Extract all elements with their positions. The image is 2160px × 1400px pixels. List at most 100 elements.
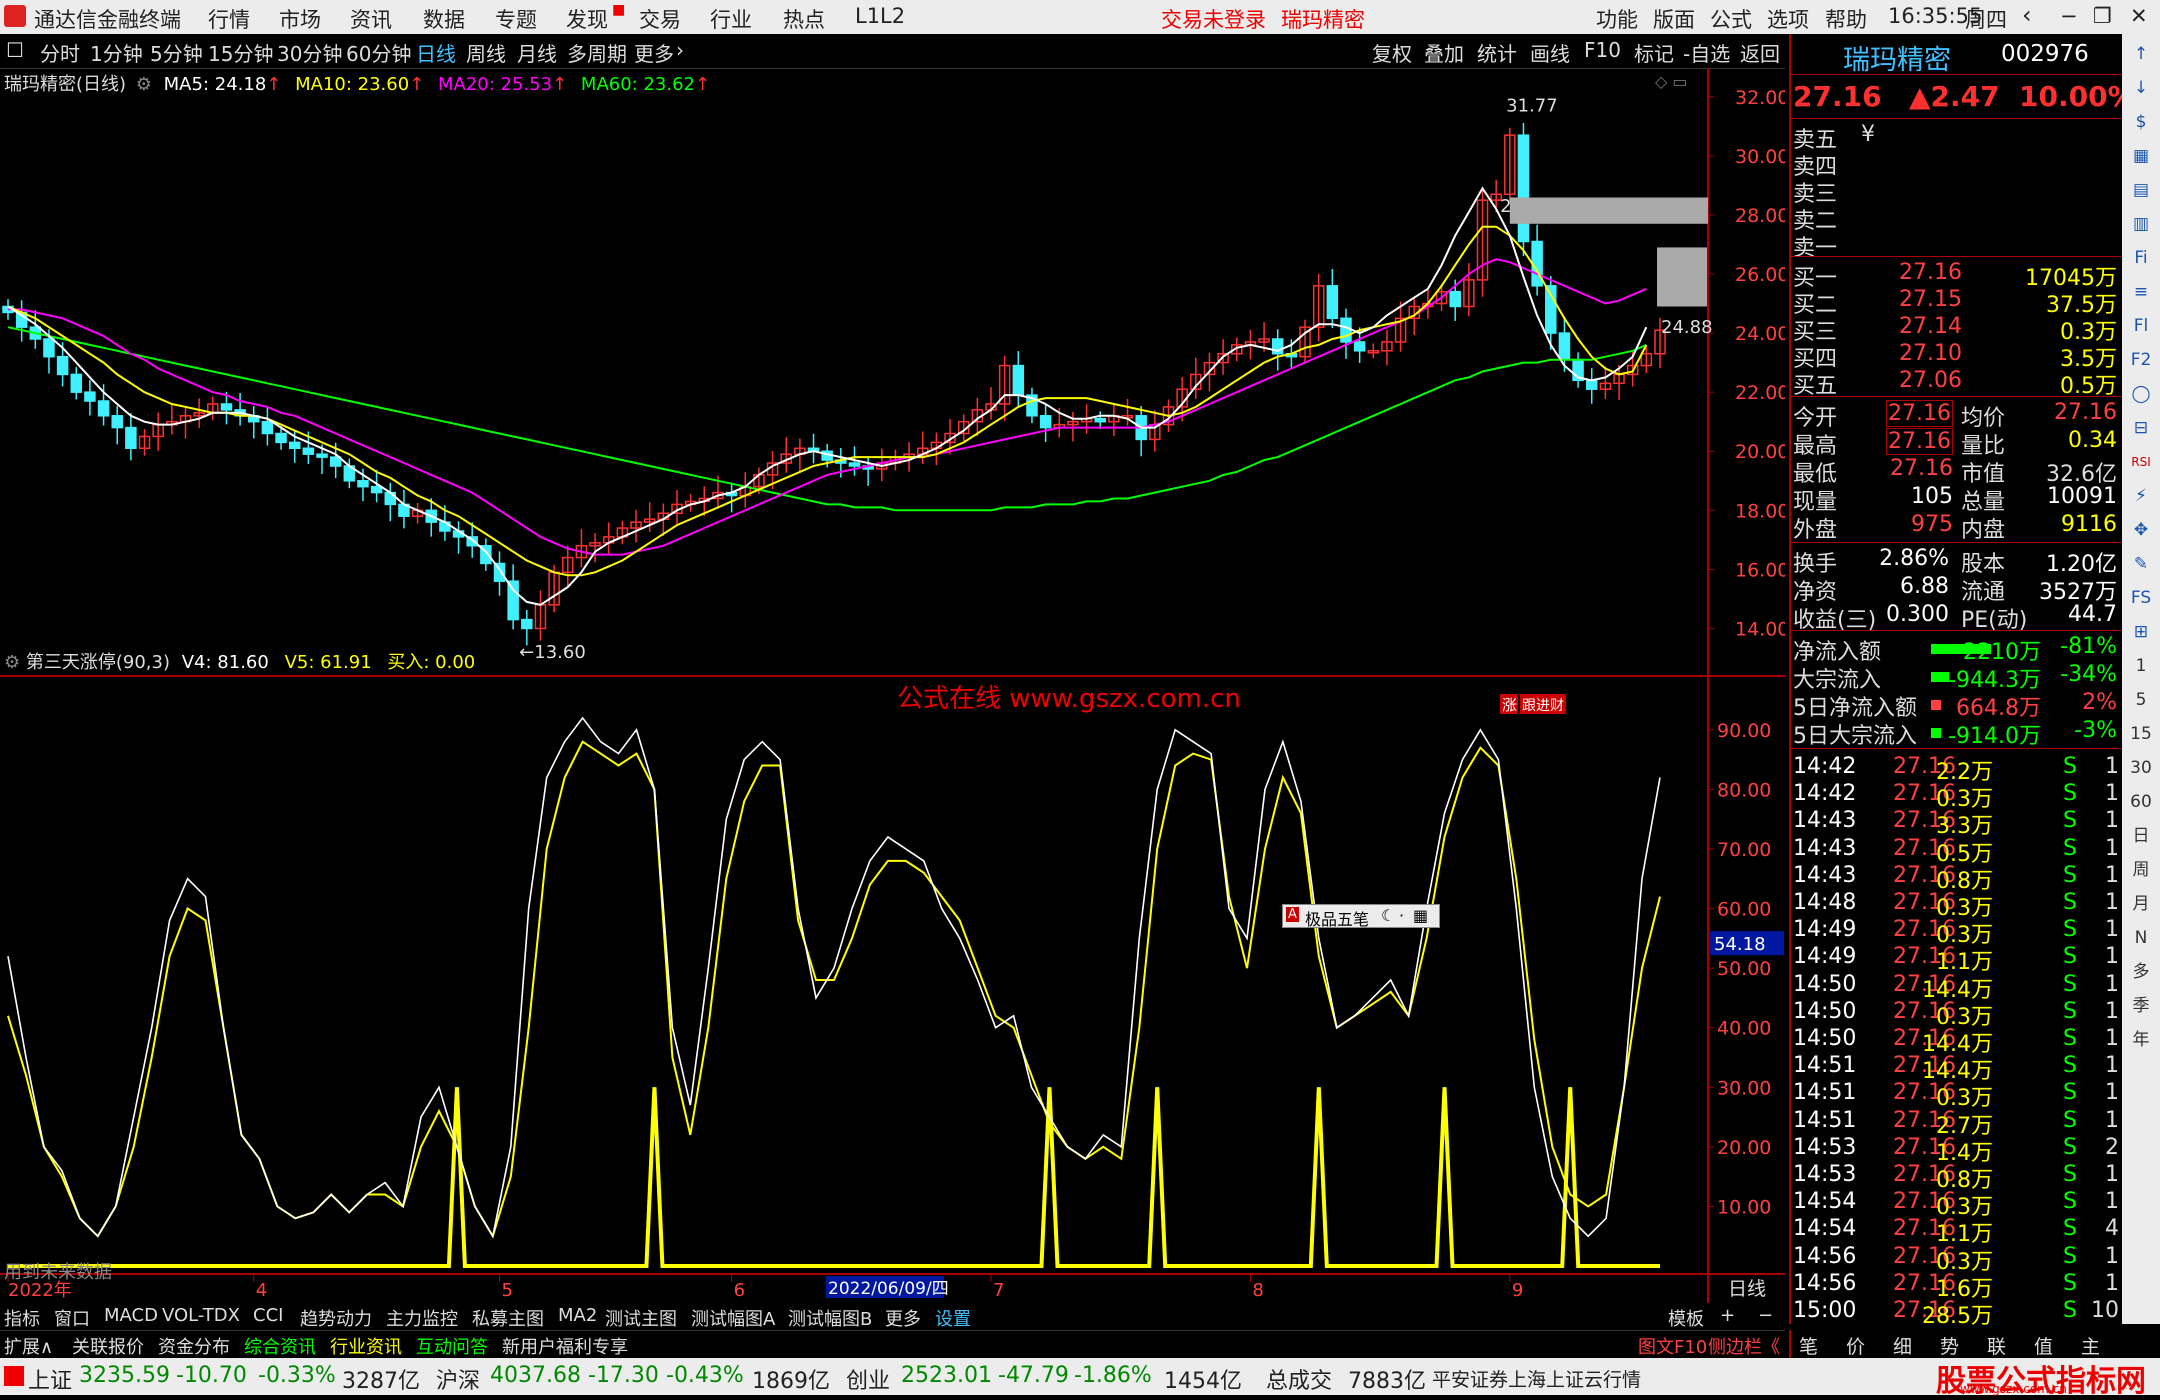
tab-4[interactable]: CCI	[253, 1305, 283, 1326]
tool-button[interactable]: -自选	[1683, 38, 1730, 67]
tab-13[interactable]: 设置	[935, 1305, 971, 1331]
tab-right[interactable]: −	[1758, 1305, 1773, 1326]
tab-right[interactable]: +	[1720, 1305, 1735, 1326]
menu-item[interactable]: 选项	[1767, 4, 1809, 34]
menu-item[interactable]: 行业	[710, 4, 752, 34]
toolbar-icon[interactable]: ≡	[2127, 278, 2155, 306]
toolbar-icon[interactable]: 60	[2127, 788, 2155, 816]
tab-8[interactable]: MA2	[558, 1305, 597, 1326]
period-tab[interactable]: 60分钟	[346, 38, 411, 67]
tab-3[interactable]: VOL-TDX	[162, 1305, 240, 1326]
period-tab[interactable]: 15分钟	[208, 38, 273, 67]
tab-6[interactable]: 主力监控	[386, 1305, 458, 1331]
period-tab[interactable]: 1分钟	[90, 38, 143, 67]
toolbar-icon[interactable]: $	[2127, 108, 2155, 136]
quote-tab[interactable]: 势	[1940, 1332, 1959, 1359]
quote-tab[interactable]: 细	[1893, 1332, 1912, 1359]
menu-item[interactable]: 帮助	[1825, 4, 1867, 34]
toolbar-icon[interactable]: ⊞	[2127, 618, 2155, 646]
toolbar-icon[interactable]: 月	[2127, 890, 2155, 918]
chevron-right-icon[interactable]: ›	[676, 38, 684, 62]
ime-icon[interactable]: A	[1286, 907, 1299, 922]
tab-0[interactable]: 指标	[4, 1305, 40, 1331]
toolbar-icon[interactable]: 30	[2127, 754, 2155, 782]
tab-3[interactable]: 综合资讯	[244, 1333, 316, 1359]
index-name[interactable]: 创业	[846, 1363, 890, 1395]
tool-button[interactable]: 复权	[1372, 38, 1412, 67]
toolbar-icon[interactable]: 周	[2127, 856, 2155, 884]
tool-button[interactable]: 标记	[1634, 38, 1674, 67]
tab-right[interactable]: 模板	[1668, 1305, 1704, 1331]
menu-item[interactable]: 版面	[1653, 4, 1695, 34]
period-tab[interactable]: 5分钟	[150, 38, 203, 67]
minimize-icon[interactable]: −	[2060, 4, 2078, 28]
menu-item[interactable]: 交易	[639, 4, 681, 34]
toolbar-icon[interactable]: ▤	[2127, 176, 2155, 204]
tool-button[interactable]: F10	[1584, 38, 1621, 62]
tool-button[interactable]: 返回	[1740, 38, 1780, 67]
quote-tab[interactable]: 笔	[1799, 1332, 1818, 1359]
toolbar-icon[interactable]: 15	[2127, 720, 2155, 748]
menu-item[interactable]: 发现	[566, 4, 608, 34]
quote-tab[interactable]: 价	[1846, 1332, 1865, 1359]
back-icon[interactable]: ‹	[2022, 1, 2032, 29]
period-tab-more[interactable]: 更多	[634, 38, 674, 67]
login-status[interactable]: 交易未登录	[1161, 4, 1266, 34]
quote-tab[interactable]: 主	[2081, 1332, 2100, 1359]
tab-9[interactable]: 测试主图	[605, 1305, 677, 1331]
tab-10[interactable]: 测试幅图A	[691, 1305, 775, 1331]
tab-5[interactable]: 趋势动力	[300, 1305, 372, 1331]
tool-button[interactable]: 统计	[1477, 38, 1517, 67]
index-name[interactable]: 上证	[28, 1363, 72, 1395]
tool-button[interactable]: 画线	[1530, 38, 1570, 67]
toolbar-icon[interactable]: 季	[2127, 992, 2155, 1020]
dot-icon[interactable]: ·	[1399, 906, 1404, 925]
toolbar-icon[interactable]: ▦	[2127, 142, 2155, 170]
menu-item[interactable]: 功能	[1596, 4, 1638, 34]
tab-1[interactable]: 窗口	[54, 1305, 90, 1331]
moon-icon[interactable]: ☾	[1381, 906, 1395, 925]
menu-item[interactable]: 公式	[1710, 4, 1752, 34]
period-tab-active[interactable]: 日线	[416, 38, 456, 67]
tab-0[interactable]: 扩展∧	[4, 1333, 53, 1359]
toolbar-icon[interactable]: 日	[2127, 822, 2155, 850]
toolbar-icon[interactable]: ↑	[2127, 40, 2155, 68]
toolbar-icon[interactable]: 1	[2127, 652, 2155, 680]
toolbar-icon[interactable]: F2	[2127, 346, 2155, 374]
tab-5[interactable]: 互动问答	[416, 1333, 488, 1359]
index-name[interactable]: 沪深	[436, 1363, 480, 1395]
tab-12[interactable]: 更多	[885, 1305, 921, 1331]
toolbar-icon[interactable]: FS	[2127, 584, 2155, 612]
collapse-icon[interactable]: ☐	[6, 38, 24, 62]
tab-1[interactable]: 关联报价	[72, 1333, 144, 1359]
toolbar-icon[interactable]: ▥	[2127, 210, 2155, 238]
settings-icon[interactable]: ⚙	[136, 74, 152, 95]
menu-item[interactable]: 市场	[279, 4, 321, 34]
toolbar-icon[interactable]: 年	[2127, 1026, 2155, 1054]
period-tab[interactable]: 月线	[517, 38, 557, 67]
tab-2[interactable]: 资金分布	[158, 1333, 230, 1359]
tab-4[interactable]: 行业资讯	[330, 1333, 402, 1359]
toolbar-icon[interactable]: 多	[2127, 958, 2155, 986]
ime-toolbar[interactable]: A 极品五笔 ☾ · ▦	[1282, 904, 1440, 930]
toolbar-icon[interactable]: ⚡	[2127, 482, 2155, 510]
settings-icon[interactable]: ⚙	[4, 652, 20, 673]
menu-item[interactable]: 资讯	[350, 4, 392, 34]
tab-6[interactable]: 新用户福利专享	[502, 1333, 628, 1359]
chart-area[interactable]: 32.00 30.00 28.00 26.00 24.00 22.00 20.00 18.00…	[0, 68, 1785, 1303]
tab-11[interactable]: 测试幅图B	[788, 1305, 872, 1331]
tool-button[interactable]: 叠加	[1424, 38, 1464, 67]
tab-2[interactable]: MACD	[104, 1305, 158, 1326]
ime-label[interactable]: 极品五笔	[1305, 906, 1369, 930]
toolbar-icon[interactable]: ⊟	[2127, 414, 2155, 442]
quote-tab[interactable]: 联	[1987, 1332, 2006, 1359]
toolbar-icon[interactable]: Fi	[2127, 244, 2155, 272]
toolbar-icon[interactable]: N	[2127, 924, 2155, 952]
menu-item[interactable]: 行情	[208, 4, 250, 34]
chart-corner-icons[interactable]: ◇ ▭	[1655, 72, 1688, 91]
close-icon[interactable]: ✕	[2130, 4, 2148, 28]
keyboard-icon[interactable]: ▦	[1413, 906, 1428, 925]
tab-7[interactable]: 私募主图	[472, 1305, 544, 1331]
menu-item[interactable]: 热点	[783, 4, 825, 34]
toolbar-icon[interactable]: Fl	[2127, 312, 2155, 340]
